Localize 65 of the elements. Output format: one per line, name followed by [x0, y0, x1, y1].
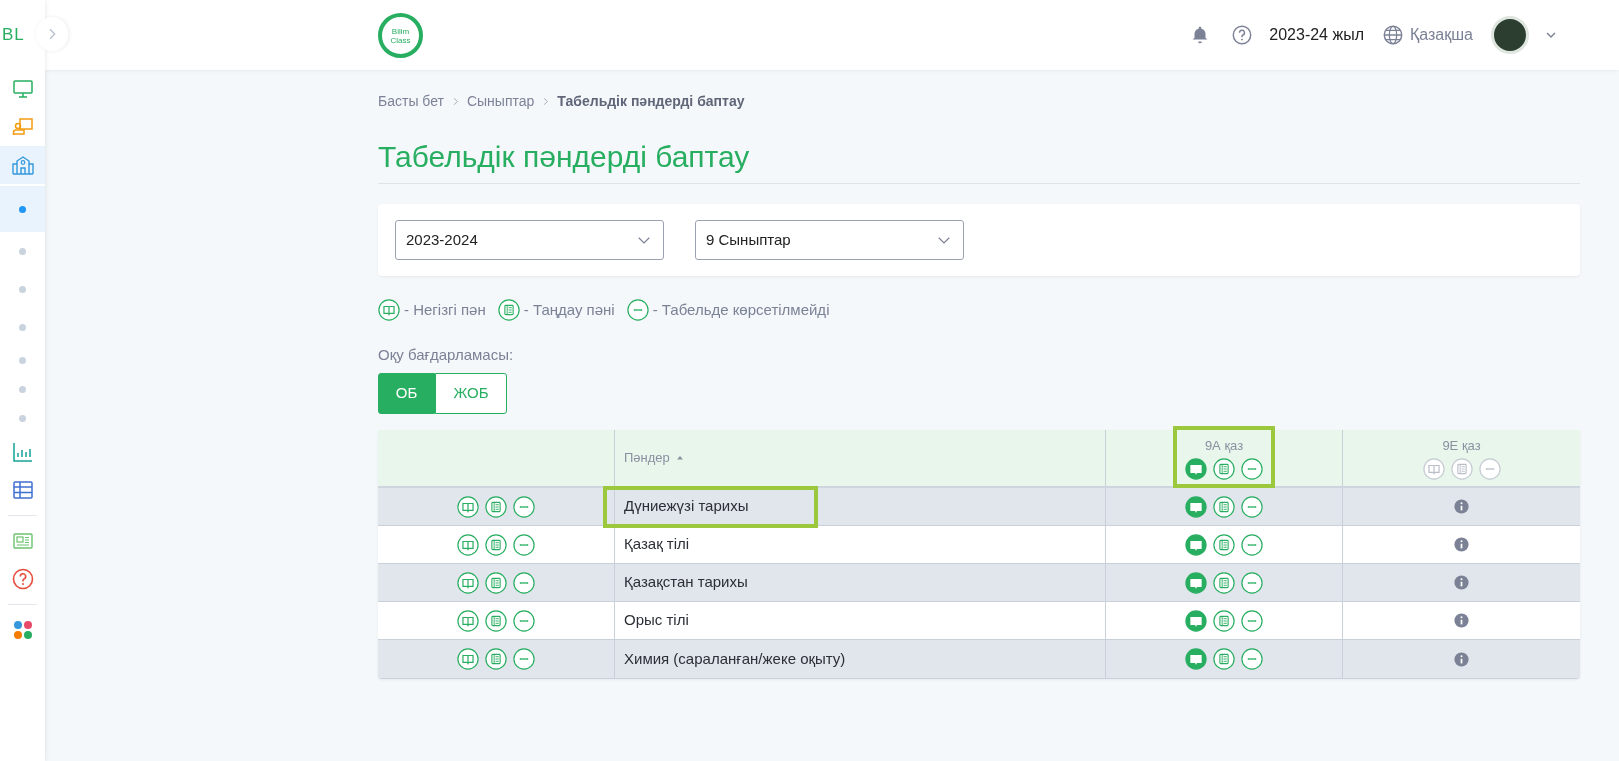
logo-text: Bilim [391, 26, 410, 36]
globe-icon [1382, 24, 1404, 46]
minus-icon[interactable] [513, 533, 535, 556]
logo-text: Class [390, 35, 411, 45]
list-icon[interactable] [1213, 495, 1235, 518]
program-label: Оқу бағдарламасы: [378, 344, 515, 365]
breadcrumb-link[interactable]: Басты бет [378, 91, 444, 112]
breadcrumb-current: Табельдік пәндерді баптау [557, 92, 745, 111]
school-building-icon [10, 153, 35, 177]
academic-year: 2023-24 жыл [1269, 25, 1364, 45]
help-icon [1231, 24, 1254, 46]
column-header: 9А қаз [1204, 437, 1244, 456]
list-icon[interactable] [485, 648, 507, 670]
list-icon[interactable] [1213, 648, 1235, 670]
minus-icon[interactable] [513, 495, 535, 518]
subject-name: Дүниежүзі тарихы [624, 496, 749, 517]
program-tab[interactable]: ОБ [378, 373, 435, 414]
breadcrumb-link[interactable]: Сыныптар [466, 91, 535, 112]
list-icon[interactable] [1213, 571, 1235, 594]
list-icon[interactable] [1213, 533, 1235, 556]
minus-icon[interactable] [513, 609, 535, 632]
minus-icon[interactable] [1241, 609, 1263, 632]
minus-icon[interactable] [626, 299, 649, 322]
column-header: 9Е қаз [1442, 437, 1481, 456]
subject-name: Орыс тілі [624, 610, 689, 631]
sidebar-item[interactable] [0, 146, 45, 184]
list-icon[interactable] [485, 571, 507, 594]
minus-icon[interactable] [1241, 495, 1263, 518]
help-button[interactable] [1231, 24, 1254, 46]
list-icon[interactable] [485, 495, 507, 518]
subject-name: Химия (сараланған/жеке оқыту) [624, 648, 846, 669]
bar-chart-icon [10, 440, 35, 464]
info-icon[interactable] [1453, 650, 1470, 668]
subject-name: Қазақ тілі [624, 534, 690, 555]
info-icon[interactable] [1453, 498, 1470, 515]
logo-text: BL [1, 24, 26, 47]
submenu-item[interactable] [0, 186, 45, 232]
legend-label: - Табельде көрсетілмейді [652, 300, 830, 320]
list-icon[interactable] [485, 533, 507, 556]
list-icon[interactable] [1213, 457, 1235, 480]
language-selector[interactable]: Қазақша [1382, 23, 1473, 47]
column-header[interactable]: Пәндер [624, 448, 686, 468]
info-icon[interactable] [1453, 612, 1470, 629]
table-icon [10, 478, 35, 502]
info-icon[interactable] [1453, 574, 1470, 591]
dropdown[interactable]: 2023-2024 [395, 220, 664, 260]
minus-icon[interactable] [1241, 457, 1263, 480]
minus-icon[interactable] [1241, 533, 1263, 556]
minus-icon[interactable] [513, 571, 535, 594]
dropdown[interactable]: 9 Сыныптар [695, 220, 964, 260]
page-title: Табельдік пәндерді баптау [378, 134, 1580, 184]
legend-label: - Негізгі пән [404, 300, 486, 320]
subject-name: Қазақстан тарихы [624, 572, 748, 593]
list-icon[interactable] [1213, 609, 1235, 632]
monitor-icon [10, 77, 35, 101]
minus-icon[interactable] [1241, 648, 1263, 670]
avatar[interactable] [1491, 16, 1529, 54]
list-icon[interactable] [485, 609, 507, 632]
program-tab[interactable]: ЖОБ [435, 373, 507, 414]
legend-label: - Таңдау пәні [523, 300, 615, 320]
help-icon [10, 567, 35, 591]
minus-icon[interactable] [1241, 571, 1263, 594]
info-icon[interactable] [1453, 536, 1470, 553]
minus-icon[interactable] [513, 648, 535, 670]
list-icon[interactable] [497, 299, 520, 322]
